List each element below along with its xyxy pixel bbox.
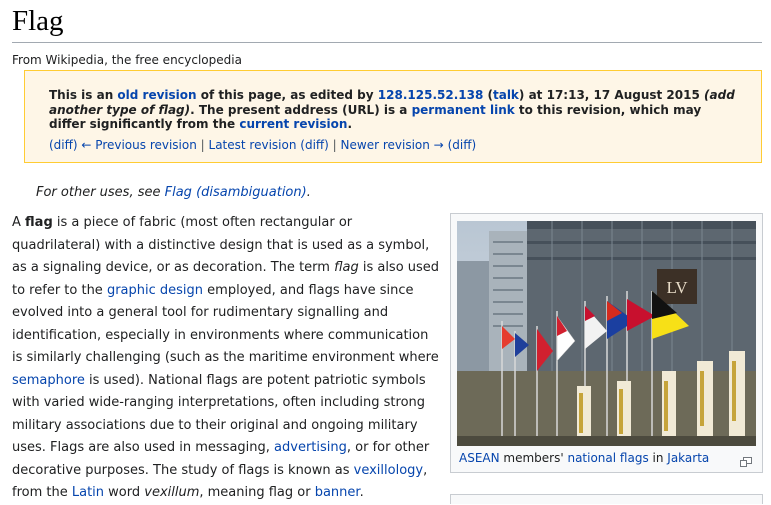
bold-term: flag	[25, 215, 53, 230]
page-title: Flag	[12, 5, 64, 37]
current-revision-link[interactable]: current revision	[239, 117, 347, 131]
lead-paragraph: A flag is a piece of fabric (most often …	[12, 215, 440, 500]
asean-link[interactable]: ASEAN	[459, 451, 500, 465]
newer-revision-link[interactable]: Newer revision →	[341, 138, 444, 152]
old-revision-notice: This is an old revision of this page, as…	[24, 70, 762, 163]
thumbnail-figure: LV ASEAN members' national flags in Jaka…	[450, 213, 763, 473]
magnify-icon[interactable]	[740, 452, 752, 467]
flags-photo-illustration: LV	[457, 221, 756, 446]
nav-separator: |	[196, 138, 209, 152]
site-subtitle: From Wikipedia, the free encyclopedia	[12, 53, 242, 67]
thumbnail-caption: ASEAN members' national flags in Jakarta	[459, 451, 710, 465]
talk-link[interactable]: talk	[493, 88, 519, 102]
latest-revision-link[interactable]: Latest revision	[209, 138, 297, 152]
next-thumbnail-edge	[450, 494, 763, 504]
previous-revision-link[interactable]: ← Previous revision	[81, 138, 196, 152]
vexillology-link[interactable]: vexillology	[354, 463, 423, 478]
editor-ip-link[interactable]: 128.125.52.138	[378, 88, 484, 102]
disambiguation-link[interactable]: Flag (disambiguation)	[165, 185, 307, 200]
jakarta-link[interactable]: Jakarta	[667, 451, 709, 465]
revision-navigation: (diff) ← Previous revision | Latest revi…	[49, 138, 476, 152]
title-divider	[12, 42, 762, 43]
flags-photo[interactable]: LV	[457, 221, 756, 446]
permanent-link[interactable]: permanent link	[412, 103, 515, 117]
diff-newer-link[interactable]: (diff)	[448, 138, 477, 152]
revision-notice-text: This is an old revision of this page, as…	[49, 88, 735, 131]
banner-link[interactable]: banner	[315, 485, 360, 500]
nav-separator: |	[328, 138, 341, 152]
billboard-text: LV	[666, 278, 688, 297]
diff-latest-link[interactable]: (diff)	[300, 138, 329, 152]
old-revision-link[interactable]: old revision	[117, 88, 196, 102]
graphic-design-link[interactable]: graphic design	[107, 283, 203, 298]
latin-link[interactable]: Latin	[72, 485, 104, 500]
diff-previous-link[interactable]: (diff)	[49, 138, 78, 152]
advertising-link[interactable]: advertising	[274, 440, 347, 455]
national-flags-link[interactable]: national flags	[567, 451, 648, 465]
semaphore-link[interactable]: semaphore	[12, 373, 85, 388]
hatnote: For other uses, see Flag (disambiguation…	[36, 185, 311, 200]
